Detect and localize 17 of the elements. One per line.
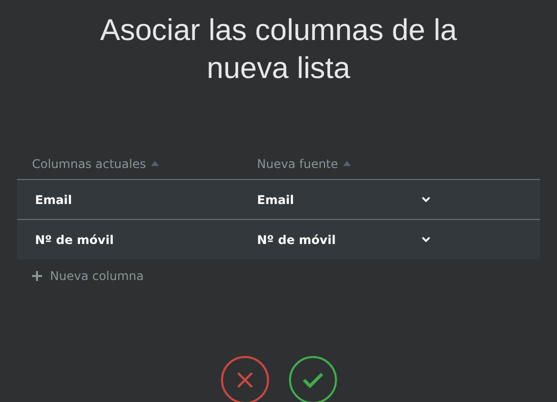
- sort-up-icon: [343, 161, 352, 166]
- close-icon: [236, 372, 252, 388]
- table-cell-text: Email: [35, 192, 74, 206]
- source-dropdown[interactable]: Email: [257, 192, 510, 206]
- column-header[interactable]: Columnas actuales: [32, 156, 257, 170]
- column-header[interactable]: Nueva fuente: [257, 156, 540, 170]
- plus-icon: [32, 271, 42, 281]
- cancel-button[interactable]: [220, 356, 268, 402]
- confirm-button[interactable]: [288, 356, 336, 402]
- caret-icon: [422, 197, 430, 202]
- caret-icon: [422, 237, 430, 242]
- dialog-title: Asociar las columnas de la nueva lista: [99, 13, 458, 87]
- source-dropdown[interactable]: Nº de móvil: [257, 232, 510, 246]
- add-column-button[interactable]: Nueva columna: [32, 269, 144, 283]
- check-icon: [302, 372, 324, 388]
- sort-up-icon: [150, 161, 159, 166]
- table-cell-text: Nº de móvil: [35, 232, 115, 246]
